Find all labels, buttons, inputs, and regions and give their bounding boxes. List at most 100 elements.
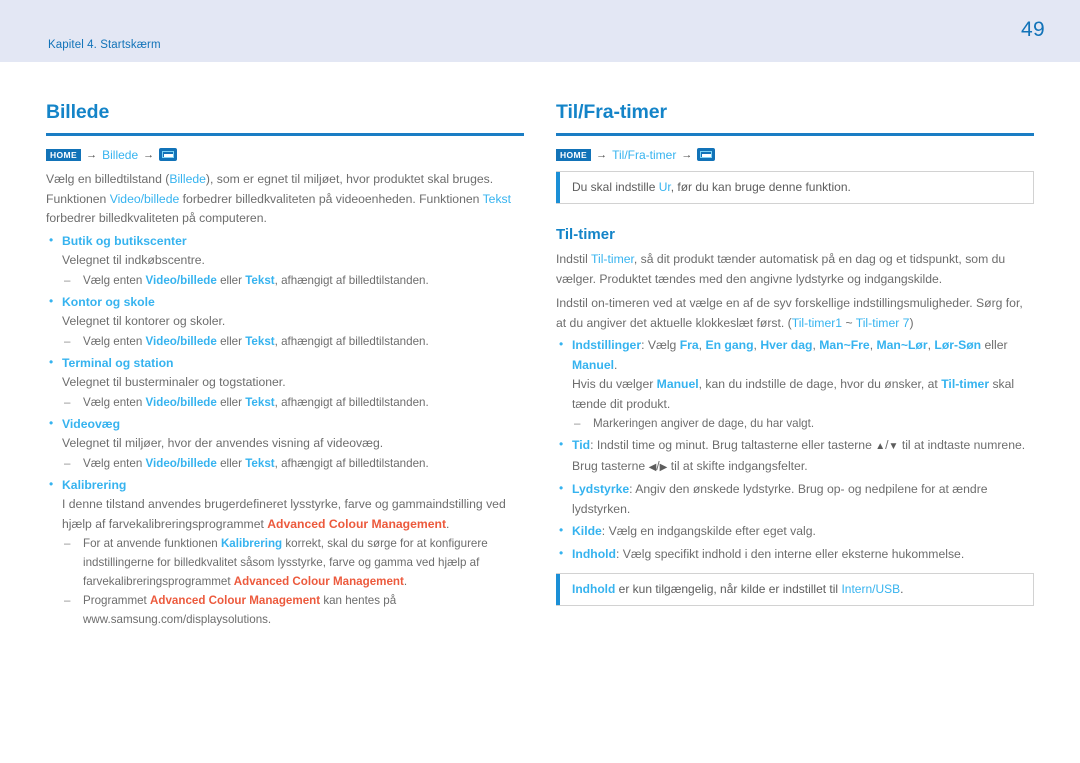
list-item-title: Terminal og station [62,355,174,370]
sub-note: Markeringen angiver de dage, du har valg… [572,414,1034,433]
para2-highlight-2: Til-timer 7 [855,315,910,330]
paragraph-1-right: Indstil Til-timer, så dit produkt tænder… [556,250,1034,289]
option-man-fre: Man~Fre [819,338,870,353]
breadcrumb-right: HOME → Til/Fra-timer → [556,147,1034,162]
extra-highlight-manuel: Manuel [656,377,699,392]
sub-note-hl-video: Video/billede [145,334,217,348]
list-item-lydstyrke[interactable]: Lydstyrke: Angiv den ønskede lydstyrke. … [556,479,1034,519]
extra-b: , kan du indstille de dage, hvor du ønsk… [698,377,942,392]
extra-highlight-tiltimer: Til-timer [941,377,990,392]
notice-bottom-text-a: er kun tilgængelig, når kilde er indstil… [615,582,842,597]
list-item-title: Indhold [572,546,616,561]
sub-note-hl-video: Video/billede [145,273,217,287]
calibration-desc-b: . [446,516,450,531]
list-item-sep: : Vælg [641,338,680,353]
sub-note-suffix: , afhængigt af billedtilstanden. [274,395,429,409]
cal-note2-red: Advanced Colour Management [150,594,321,608]
enter-key-icon [697,148,716,162]
list-item[interactable]: Terminal og station Velegnet til busterm… [46,353,524,412]
notice-box-top: Du skal indstille Ur, før du kan bruge d… [556,171,1034,205]
sub-note-prefix: Vælg enten [83,273,146,287]
list-item-title: Kontor og skole [62,294,155,309]
list-item-indstillinger[interactable]: Indstillinger: Vælg Fra, En gang, Hver d… [556,335,1034,433]
sub-note: Vælg enten Video/billede eller Tekst, af… [62,332,524,351]
para2-tilde: ~ [842,315,856,330]
section-rule-right [556,133,1034,137]
sub-note-prefix: Vælg enten [83,395,146,409]
intro-text-c: Funktionen [46,191,110,206]
cal-note2-a: Programmet [83,594,151,608]
list-item-kilde[interactable]: Kilde: Vælg en indgangskilde efter eget … [556,521,1034,542]
breadcrumb-arrow-icon-2: → [681,148,693,161]
notice-top-text-b: , før du kan bruge denne funktion. [670,180,851,195]
sub-note-suffix: , afhængigt af billedtilstanden. [274,334,429,348]
page-content: Billede HOME → Billede → Vælg en billedt… [0,62,1080,763]
opt-sep: , [869,338,877,353]
breadcrumb-path-label[interactable]: Billede [102,148,138,162]
list-item[interactable]: Videovæg Velegnet til miljøer, hvor der … [46,414,524,473]
arrow-down-icon: ▼ [888,441,899,453]
sub-note-hl-tekst: Tekst [245,334,275,348]
enter-key-icon [159,148,178,162]
page-header-band: Kapitel 4. Startskærm 49 [0,0,1080,62]
intro-paragraph-left: Vælg en billedtilstand (Billede), som er… [46,170,524,229]
option-man-lor: Man~Lør [876,338,928,353]
list-item-extra: Hvis du vælger Manuel, kan du indstille … [572,375,1034,414]
list-item-desc: : Vælg specifikt indhold i den interne e… [616,546,965,561]
intro-highlight-video: Video/billede [109,191,180,206]
sub-note-mid: eller [216,456,246,470]
sub-note-hl-tekst: Tekst [245,273,275,287]
tid-desc-a: : Indstil time og minut. Brug taltastern… [590,438,876,453]
page-number: 49 [1021,18,1045,41]
cal-note1-red: Advanced Colour Management [233,575,404,589]
page-title-billede: Billede [46,101,110,123]
sub-note: Programmet Advanced Colour Management ka… [62,591,524,629]
breadcrumb-arrow-icon-2: → [143,148,155,161]
list-item-title: Indstillinger [572,338,642,353]
sub-note-mid: eller [216,395,246,409]
sub-note-mid: eller [216,273,246,287]
intro-highlight-billede: Billede [169,172,206,187]
opt-last-join: eller [981,338,1008,353]
timer-settings-list: Indstillinger: Vælg Fra, En gang, Hver d… [556,335,1034,565]
sub-note-list: Vælg enten Video/billede eller Tekst, af… [62,332,524,351]
list-item[interactable]: Butik og butikscenter Velegnet til indkø… [46,231,524,290]
breadcrumb-path-label[interactable]: Til/Fra-timer [612,148,676,162]
sub-note: Vælg enten Video/billede eller Tekst, af… [62,271,524,290]
para1-highlight: Til-timer [591,252,634,267]
home-badge[interactable]: HOME [46,148,82,162]
sub-note-prefix: Vælg enten [83,334,146,348]
subsection-title-tiltimer: Til-timer [556,226,615,244]
list-item[interactable]: Kontor og skole Velegnet til kontorer og… [46,292,524,351]
breadcrumb-arrow-icon: → [86,148,98,161]
option-lor-son: Lør-Søn [934,338,982,353]
arrow-up-icon: ▲ [875,441,886,453]
sub-note-suffix: , afhængigt af billedtilstanden. [274,456,429,470]
section-rule-left [46,133,524,137]
home-badge[interactable]: HOME [556,148,592,162]
list-item-title: Videovæg [62,416,121,431]
intro-text-e: forbedrer billedkvaliteten på computeren… [46,211,267,226]
notice-bottom-text-b: . [900,582,904,597]
sub-note-hl-tekst: Tekst [245,395,275,409]
chapter-label: Kapitel 4. Startskærm [48,39,161,51]
notice-bottom-highlight-indhold: Indhold [572,582,616,597]
page-title-tilfra-timer: Til/Fra-timer [556,101,668,123]
list-item-kalibrering[interactable]: Kalibrering I denne tilstand anvendes br… [46,475,524,630]
sub-note-list: Vælg enten Video/billede eller Tekst, af… [62,454,524,473]
extra-a: Hvis du vælger [572,377,657,392]
option-hver-dag: Hver dag [760,338,813,353]
left-column: Billede HOME → Billede → Vælg en billedt… [46,62,524,629]
list-item-desc: Velegnet til miljøer, hvor der anvendes … [62,436,384,451]
list-item-tid[interactable]: Tid: Indstil time og minut. Brug taltast… [556,435,1034,477]
tid-desc-c: til at skifte indgangsfelter. [667,458,808,473]
intro-text-b: ), som er egnet til miljøet, hvor produk… [205,172,494,187]
sub-note-mid: eller [216,334,246,348]
para2-b: ) [909,315,914,330]
list-item-indhold[interactable]: Indhold: Vælg specifikt indhold i den in… [556,544,1034,565]
list-item-desc: I denne tilstand anvendes brugerdefinere… [62,495,524,534]
list-item-title: Lydstyrke [572,482,630,497]
notice-top-highlight-ur: Ur [658,180,671,195]
list-item-desc: Velegnet til indkøbscentre. [62,253,205,268]
list-item-title: Butik og butikscenter [62,233,187,248]
